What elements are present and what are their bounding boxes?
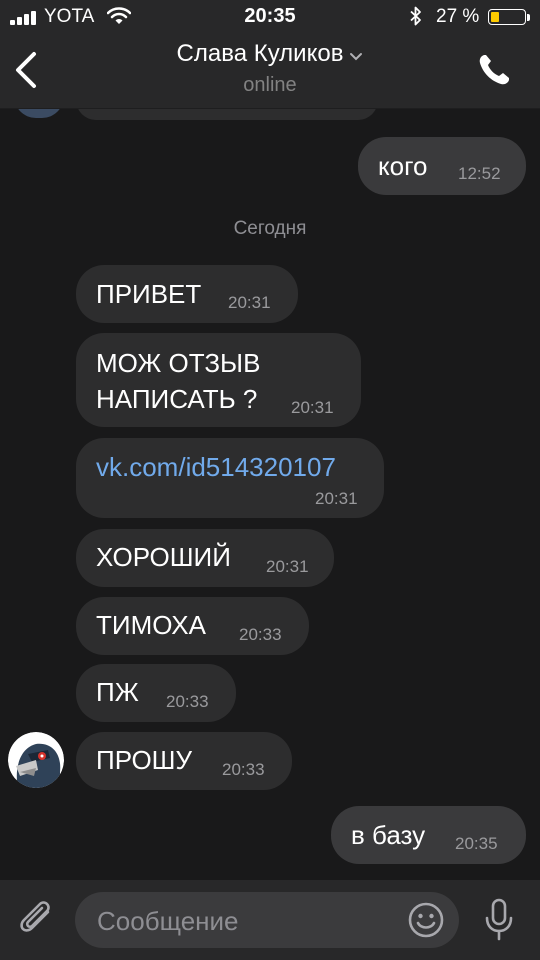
top-bar: YOTA 20:35 27 % Слава Куликов online [0, 0, 540, 109]
incoming-message[interactable]: МОЖ ОТЗЫВ НАПИСАТЬ ? 20:31 [76, 333, 361, 427]
message-time: 20:31 [291, 398, 334, 417]
chat-title-button[interactable]: Слава Куликов online [100, 40, 440, 97]
chat-title: Слава Куликов [176, 40, 344, 67]
incoming-message[interactable]: ПЖ 20:33 [76, 664, 236, 722]
incoming-message[interactable]: ХОРОШИЙ 20:31 [76, 529, 334, 587]
crow-avatar-image [8, 732, 64, 788]
sender-avatar[interactable] [8, 732, 64, 788]
online-status: online [243, 74, 297, 96]
message-text: ПРОШУ [96, 745, 193, 775]
smiley-icon[interactable] [407, 901, 445, 939]
message-text: кого [378, 151, 428, 181]
back-arrow-icon[interactable] [10, 50, 44, 90]
paperclip-icon[interactable] [18, 898, 58, 940]
chat-header: Слава Куликов online [0, 34, 540, 108]
message-field[interactable] [75, 892, 459, 948]
status-bar: YOTA 20:35 27 % [0, 0, 540, 34]
phone-icon[interactable] [476, 52, 512, 88]
incoming-message[interactable]: ПРИВЕТ 20:31 [76, 265, 298, 323]
message-list[interactable]: кого 12:52 Сегодня ПРИВЕТ 20:31 МОЖ ОТЗЫ… [0, 0, 540, 880]
message-time: 20:31 [228, 293, 271, 312]
message-text: ТИМОХА [96, 610, 206, 640]
incoming-message[interactable]: vk.com/id514320107 20:31 [76, 438, 384, 518]
message-time: 20:31 [266, 557, 309, 576]
message-time: 20:33 [239, 625, 282, 644]
message-link[interactable]: vk.com/id514320107 [96, 449, 336, 485]
message-text-line-1: МОЖ ОТЗЫВ [96, 348, 261, 378]
message-text-line-2: НАПИСАТЬ ? [96, 384, 258, 414]
message-text: ХОРОШИЙ [96, 542, 231, 572]
chevron-down-icon [350, 52, 363, 61]
message-input[interactable] [95, 900, 399, 942]
message-text: в базу [351, 820, 426, 850]
message-time: 20:31 [315, 489, 358, 508]
battery-cap [527, 14, 530, 21]
message-text: ПЖ [96, 677, 139, 707]
message-text: ПРИВЕТ [96, 279, 202, 309]
composer-bar [0, 880, 540, 960]
message-time: 20:33 [166, 692, 209, 711]
microphone-icon[interactable] [484, 898, 514, 942]
message-time: 20:33 [222, 760, 265, 779]
outgoing-message[interactable]: в базу 20:35 [331, 806, 526, 864]
battery-icon [488, 9, 526, 25]
outgoing-message[interactable]: кого 12:52 [358, 137, 526, 195]
message-time: 12:52 [458, 164, 501, 183]
bluetooth-icon [410, 6, 421, 26]
day-separator: Сегодня [233, 218, 307, 239]
chat-screen: кого 12:52 Сегодня ПРИВЕТ 20:31 МОЖ ОТЗЫ… [0, 0, 540, 960]
incoming-message[interactable]: ПРОШУ 20:33 [76, 732, 292, 790]
battery-level-fill [491, 12, 499, 22]
battery-percent: 27 % [436, 6, 480, 27]
message-time: 20:35 [455, 834, 498, 853]
incoming-message[interactable]: ТИМОХА 20:33 [76, 597, 309, 655]
